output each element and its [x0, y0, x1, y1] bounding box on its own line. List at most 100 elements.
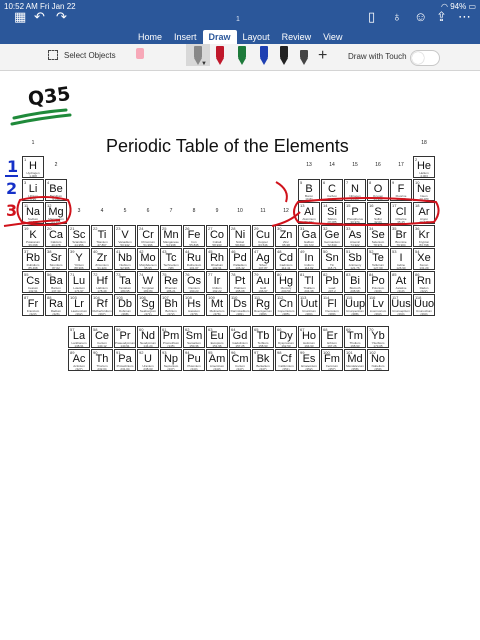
element-mass: (209): [374, 289, 382, 293]
element-mass: 164.93: [304, 344, 314, 348]
element-pt: 78 Pt Platinum 195.08: [229, 271, 251, 293]
pen-blue-tool[interactable]: [256, 44, 272, 66]
toggle-knob: [412, 52, 424, 64]
pen-green-icon: [238, 46, 246, 58]
element-kr: 36 Kr Krypton 83.798: [413, 225, 435, 247]
element-mass: 24.305: [51, 220, 61, 224]
element-mass: 207.2: [328, 289, 336, 293]
undo-icon[interactable]: ↶: [34, 10, 45, 24]
element-pb: 82 Pb Lead 207.2: [321, 271, 343, 293]
share-icon[interactable]: ⇪: [436, 10, 447, 24]
element-mass: 190.23: [189, 289, 199, 293]
add-pen-icon[interactable]: +: [318, 48, 327, 64]
element-fm: 100 Fm Fermium (257): [321, 349, 343, 371]
highlighter-icon: [300, 50, 308, 58]
ink-period-2: 2: [6, 179, 17, 198]
chevron-down-icon[interactable]: ▼: [201, 61, 207, 67]
element-nd: 60 Nd Neodymium 144.24: [137, 326, 159, 348]
pen-green-tool[interactable]: [234, 44, 250, 66]
tab-review[interactable]: Review: [276, 30, 318, 44]
element-mass: 118.71: [327, 266, 337, 270]
element-mass: 151.96: [212, 344, 222, 348]
element-na: 11 Na Sodium 22.990: [22, 202, 44, 224]
element-mass: 186.21: [166, 289, 176, 293]
pen-blue-icon: [260, 46, 268, 58]
element-ni: 28 Ni Nickel 58.693: [229, 225, 251, 247]
element-bi: 83 Bi Bismuth 208.98: [344, 271, 366, 293]
element-be: 4 Be Beryllium 9.012: [45, 179, 67, 201]
element-uuo: 118 Uuo Ununoctium (294): [413, 294, 435, 316]
element-y: 39 Y Yttrium 88.906: [68, 248, 90, 270]
tab-insert[interactable]: Insert: [168, 30, 203, 44]
element-n: 7 N Nitrogen 14.007: [344, 179, 366, 201]
select-objects-button[interactable]: Select Objects: [48, 50, 116, 60]
element-mass: 40.078: [51, 243, 61, 247]
element-mass: (251): [282, 367, 290, 371]
eraser-tool[interactable]: [132, 44, 148, 66]
ribbon-tabs: Home Insert Draw Layout Review View: [132, 30, 348, 44]
pen-black-tool[interactable]: [276, 44, 292, 66]
add-person-icon[interactable]: ☺: [414, 10, 427, 24]
element-mass: 157.25: [235, 344, 245, 348]
element-mass: 173.05: [373, 344, 383, 348]
element-mass: 131.29: [419, 266, 429, 270]
ink-period-1: 1: [7, 157, 18, 176]
element-mn: 25 Mn Manganese 54.938: [160, 225, 182, 247]
element-mass: 14.007: [350, 197, 360, 201]
element-mass: 126.90: [396, 266, 406, 270]
element-ds: 110 Ds Darmstadtium (281): [229, 294, 251, 316]
pen-black-icon: [280, 46, 288, 58]
tab-view[interactable]: View: [317, 30, 348, 44]
element-s: 16 S Sulfur 32.06: [367, 202, 389, 224]
lightbulb-icon[interactable]: ♁: [392, 10, 402, 24]
element-mass: 20.180: [419, 197, 429, 201]
group-number: 4: [100, 208, 104, 214]
element-mass: 121.76: [350, 266, 360, 270]
element-fe: 26 Fe Iron 55.845: [183, 225, 205, 247]
element-mass: 55.845: [189, 243, 199, 247]
group-number: 16: [375, 162, 381, 168]
ink-q35-label: Q35: [27, 83, 72, 111]
element-o: 8 O Oxygen 15.999: [367, 179, 389, 201]
element-h: 1 H Hydrogen 1.008: [22, 156, 44, 178]
element-mass: 102.91: [212, 266, 222, 270]
pen-red-tip: [216, 58, 224, 65]
redo-icon[interactable]: ↷: [56, 10, 67, 24]
element-ne: 10 Ne Neon 20.180: [413, 179, 435, 201]
tab-draw[interactable]: Draw: [202, 30, 237, 44]
element-ra: 88 Ra Radium (226): [45, 294, 67, 316]
element-mass: 137.33: [51, 289, 61, 293]
element-mass: 180.95: [120, 289, 130, 293]
grid-icon[interactable]: ▦: [14, 10, 26, 24]
highlighter-tool[interactable]: [296, 44, 312, 66]
more-icon[interactable]: ⋯: [458, 10, 471, 24]
element-uut: 113 Uut Ununtrium (284): [298, 294, 320, 316]
select-objects-label: Select Objects: [64, 50, 116, 60]
element-hg: 80 Hg Mercury 200.59: [275, 271, 297, 293]
element-mass: (268): [121, 312, 129, 316]
draw-with-touch-toggle[interactable]: [410, 50, 440, 66]
pen-red-tool[interactable]: [212, 44, 228, 66]
element-ta: 73 Ta Tantalum 180.95: [114, 271, 136, 293]
element-no: 102 No Nobelium (259): [367, 349, 389, 371]
element-mass: 168.93: [350, 344, 360, 348]
tab-layout[interactable]: Layout: [237, 30, 276, 44]
element-co: 27 Co Cobalt 58.933: [206, 225, 228, 247]
element-mass: 44.956: [74, 243, 84, 247]
tab-home[interactable]: Home: [132, 30, 168, 44]
element-mass: 150.36: [189, 344, 199, 348]
phone-icon[interactable]: ▯: [368, 10, 375, 24]
element-hf: 72 Hf Hafnium 178.49: [91, 271, 113, 293]
group-number: 7: [169, 208, 173, 214]
element-mass: 101.07: [189, 266, 199, 270]
element-mass: 183.84: [143, 289, 153, 293]
element-mass: 140.12: [97, 344, 107, 348]
element-mo: 42 Mo Molybdenum 95.95: [137, 248, 159, 270]
element-th: 90 Th Thorium 232.04: [91, 349, 113, 371]
element-mass: 144.24: [143, 344, 153, 348]
element-mass: 162.50: [281, 344, 291, 348]
element-mass: 178.49: [97, 289, 107, 293]
element-as: 33 As Arsenic 74.922: [344, 225, 366, 247]
element-cl: 17 Cl Chlorine 35.45: [390, 202, 412, 224]
element-b: 5 B Boron 10.81: [298, 179, 320, 201]
